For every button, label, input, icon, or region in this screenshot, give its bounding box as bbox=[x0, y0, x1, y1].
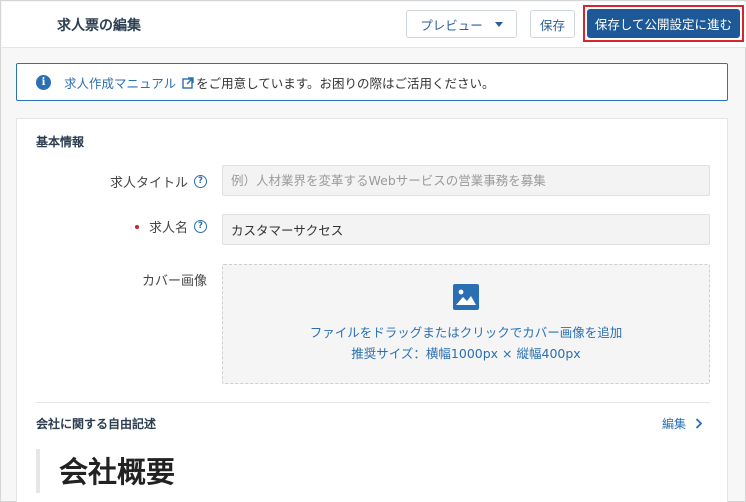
manual-notice: i 求人作成マニュアル をご用意しています。お困りの際はご活用ください。 bbox=[16, 63, 728, 101]
job-title-input[interactable] bbox=[222, 165, 710, 196]
company-overview-heading: 会社概要 bbox=[59, 455, 176, 489]
quote-bar bbox=[36, 449, 40, 493]
preview-label: プレビュー bbox=[420, 17, 483, 33]
basic-info-title: 基本情報 bbox=[36, 135, 85, 149]
job-name-label: 求人名 ? bbox=[134, 217, 207, 236]
image-icon bbox=[453, 284, 479, 310]
free-text-edit-link[interactable]: 編集 bbox=[662, 415, 703, 432]
info-icon: i bbox=[36, 74, 51, 90]
manual-link-text: 求人作成マニュアル bbox=[64, 75, 177, 91]
dropzone-instruction: ファイルをドラッグまたはクリックでカバー画像を追加 bbox=[309, 325, 623, 340]
cover-image-label-text: カバー画像 bbox=[141, 274, 207, 289]
job-title-label-text: 求人タイトル bbox=[109, 176, 188, 191]
dropzone-size-hint: 推奨サイズ：横幅1000px × 縦幅400px bbox=[351, 346, 581, 361]
help-icon[interactable]: ? bbox=[194, 220, 207, 233]
job-name-label-text: 求人名 bbox=[148, 221, 188, 236]
external-link-icon bbox=[182, 76, 194, 89]
preview-dropdown-button[interactable]: プレビュー bbox=[406, 10, 517, 38]
notice-text: をご用意しています。お困りの際はご活用ください。 bbox=[196, 75, 495, 91]
free-text-title: 会社に関する自由記述 bbox=[36, 417, 157, 431]
cover-image-label: カバー画像 bbox=[142, 270, 207, 289]
job-title-label: 求人タイトル ? bbox=[110, 172, 207, 191]
page-title: 求人票の編集 bbox=[57, 18, 141, 34]
caret-down-icon bbox=[494, 21, 503, 27]
chevron-right-icon bbox=[695, 418, 703, 429]
required-indicator bbox=[134, 224, 139, 229]
basic-info-card: 基本情報 求人タイトル ? 求人名 ? カバー画像 ファイルをドラッグまたはクリ… bbox=[16, 118, 728, 502]
header-bar: 求人票の編集 プレビュー 保存 保存して公開設定に進む bbox=[2, 2, 746, 48]
save-and-publish-button[interactable]: 保存して公開設定に進む bbox=[587, 9, 740, 38]
help-icon[interactable]: ? bbox=[194, 175, 207, 188]
manual-link[interactable]: 求人作成マニュアル bbox=[64, 73, 196, 92]
save-button[interactable]: 保存 bbox=[530, 10, 575, 38]
edit-label: 編集 bbox=[662, 417, 687, 431]
app-frame: 求人票の編集 プレビュー 保存 保存して公開設定に進む i 求人作成マニュアル … bbox=[0, 0, 746, 502]
job-name-input[interactable] bbox=[222, 214, 710, 245]
section-divider bbox=[36, 402, 710, 403]
cover-image-dropzone[interactable]: ファイルをドラッグまたはクリックでカバー画像を追加 推奨サイズ：横幅1000px… bbox=[222, 264, 710, 384]
